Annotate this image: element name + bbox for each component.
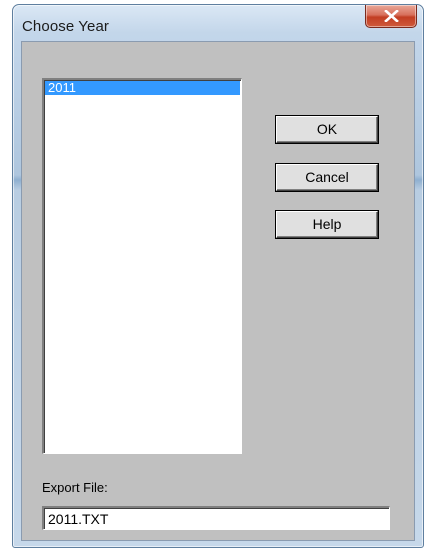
help-button[interactable]: Help xyxy=(276,211,378,238)
close-button[interactable] xyxy=(365,5,417,28)
cancel-button[interactable]: Cancel xyxy=(276,164,378,191)
year-listbox[interactable]: 2011 xyxy=(42,78,242,454)
close-icon xyxy=(384,10,399,22)
list-item-2011[interactable]: 2011 xyxy=(45,81,240,95)
dialog-client-area: 2011 OK Cancel Help Export File: 2011.TX… xyxy=(21,41,415,541)
choose-year-dialog: Choose Year 2011 OK Cancel Help Export F… xyxy=(12,4,424,548)
export-file-label: Export File: xyxy=(42,480,108,495)
ok-button[interactable]: OK xyxy=(276,116,378,143)
export-file-input[interactable]: 2011.TXT xyxy=(42,506,390,530)
window-title: Choose Year xyxy=(22,18,110,35)
title-bar[interactable]: Choose Year xyxy=(13,5,423,41)
